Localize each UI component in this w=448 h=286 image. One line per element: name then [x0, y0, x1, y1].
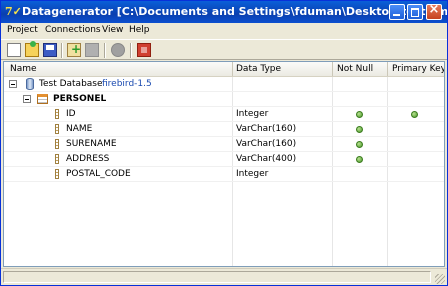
table-name: PERSONEL	[53, 94, 107, 104]
toolbar-separator	[61, 43, 63, 58]
menu-help[interactable]: Help	[129, 25, 150, 35]
toolbar-separator	[104, 43, 106, 58]
field-data-type: Integer	[236, 169, 269, 179]
menu-view[interactable]: View	[102, 25, 123, 35]
collapse-icon[interactable]	[9, 80, 17, 88]
resize-grip-icon[interactable]	[435, 274, 445, 284]
menu-connections[interactable]: Connections	[45, 25, 101, 35]
toolbar	[1, 39, 447, 60]
toolbar-separator	[130, 43, 132, 58]
run-icon[interactable]	[111, 43, 125, 57]
tree-row-table[interactable]: PERSONEL	[4, 92, 444, 107]
collapse-icon[interactable]	[23, 95, 31, 103]
main-window: 7✓ Datagenerator [C:\Documents and Setti…	[0, 0, 448, 286]
field-name: NAME	[66, 124, 93, 134]
title-bar[interactable]: 7✓ Datagenerator [C:\Documents and Setti…	[1, 1, 447, 23]
column-header-data-type[interactable]: Data Type	[236, 64, 281, 74]
tree-row-database[interactable]: Test Database firebird-1.5	[4, 77, 444, 92]
maximize-button[interactable]	[407, 4, 423, 20]
remove-icon[interactable]	[85, 43, 99, 57]
database-version: firebird-1.5	[102, 79, 152, 89]
column-header-primary-key[interactable]: Primary Key	[392, 64, 444, 74]
status-panel	[3, 271, 431, 283]
app-icon: 7✓	[5, 5, 22, 18]
status-bar	[1, 268, 447, 285]
save-icon[interactable]	[43, 43, 57, 57]
primary-key-indicator-icon[interactable]	[411, 111, 418, 118]
column-header-not-null[interactable]: Not Null	[337, 64, 373, 74]
tree-row-field[interactable]: ID Integer	[4, 107, 444, 122]
menu-project[interactable]: Project	[7, 25, 38, 35]
field-name: ID	[66, 109, 76, 119]
tree-row-field[interactable]: ADDRESS VarChar(400)	[4, 152, 444, 167]
not-null-indicator-icon[interactable]	[356, 126, 363, 133]
column-icon	[55, 109, 59, 119]
window-title: Datagenerator [C:\Documents and Settings…	[22, 5, 448, 18]
field-data-type: VarChar(160)	[236, 124, 297, 134]
field-data-type: VarChar(160)	[236, 139, 297, 149]
field-name: SURENAME	[66, 139, 117, 149]
not-null-indicator-icon[interactable]	[356, 111, 363, 118]
field-data-type: VarChar(400)	[236, 154, 297, 164]
not-null-indicator-icon[interactable]	[356, 156, 363, 163]
stop-icon[interactable]	[137, 43, 151, 57]
tree-row-field[interactable]: NAME VarChar(160)	[4, 122, 444, 137]
schema-tree-grid[interactable]: Name Data Type Not Null Primary Key Test…	[3, 61, 445, 267]
not-null-indicator-icon[interactable]	[356, 141, 363, 148]
menu-bar: Project Connections View Help	[1, 23, 447, 39]
column-icon	[55, 139, 59, 149]
database-icon	[26, 78, 34, 90]
tree-row-field[interactable]: POSTAL_CODE Integer	[4, 167, 444, 182]
minimize-button[interactable]	[389, 4, 405, 20]
column-icon	[55, 154, 59, 164]
field-name: ADDRESS	[66, 154, 110, 164]
tree-row-field[interactable]: SURENAME VarChar(160)	[4, 137, 444, 152]
column-icon	[55, 124, 59, 134]
table-icon	[37, 94, 48, 104]
database-name: Test Database	[39, 79, 103, 89]
column-header-name[interactable]: Name	[10, 64, 37, 74]
field-data-type: Integer	[236, 109, 269, 119]
add-icon[interactable]	[67, 42, 81, 57]
field-name: POSTAL_CODE	[66, 169, 131, 179]
close-button[interactable]	[426, 2, 442, 20]
grid-header: Name Data Type Not Null Primary Key	[4, 62, 444, 77]
column-icon	[55, 169, 59, 179]
open-icon[interactable]	[25, 41, 39, 57]
new-document-icon[interactable]	[7, 43, 21, 57]
